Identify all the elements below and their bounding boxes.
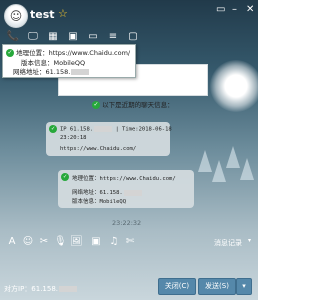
chat-window: ☺ test ☆ ▭ – ✕ 📞 🖵 ▦ ▣ ▭ ≡ ▢ ✓ 以下是近期的聊天信… [0,0,258,300]
music-icon[interactable]: ♫ [108,235,120,249]
folder-icon[interactable]: ▣ [66,30,80,44]
time-text: | Time:2018-06-18 [115,126,172,133]
avatar[interactable]: ☺ [4,4,28,28]
phone-icon[interactable]: 📞 [6,30,20,44]
ip-text: 61.158. [31,285,59,293]
label-text: 版本信息： [72,199,100,205]
label-text: 网络地址： [72,190,100,196]
time-text: 23:20:18 [60,135,87,141]
message-input[interactable] [2,252,256,276]
redacted-ip [123,189,142,196]
label-text: 地理位置： [72,176,100,182]
redacted-ip [71,69,90,75]
screenshot-icon[interactable]: ✂ [38,235,50,249]
video-icon[interactable]: 🖵 [26,30,40,44]
ip-info-popup: ✓ 地理位置：https://www.Chaidu.com/ 版本信息：Mobi… [2,44,136,78]
star-icon: ☆ [58,7,68,20]
check-icon: ✓ [92,101,100,109]
input-toolbar: A ☺ ✂ 🎙 🖼 ▣ ♫ ✄ 消息记录 ▾ [0,232,258,252]
message-bubble[interactable]: ✓ 地理位置：https://www.Chaidu.com/ 网络地址：61.1… [58,170,194,208]
message-timestamp: 23:22:32 [112,219,142,227]
contact-name: test [30,8,55,21]
close-icon[interactable]: ✕ [246,4,254,15]
close-button[interactable]: 关闭(C) [158,278,196,295]
version-text: MobileQQ [99,199,127,205]
check-icon: ✓ [6,49,14,57]
message-bubble[interactable]: ✓ IP 61.158. | Time:2018-06-18 23:20:18 … [46,122,172,156]
ip-text: 61.158. [99,190,123,196]
font-icon[interactable]: A [6,235,18,249]
redacted-ip [59,286,78,292]
ip-text: 61.158. [45,68,71,76]
image-icon[interactable]: 🖼 [70,235,83,249]
screen-share-icon[interactable]: ▭ [86,30,100,44]
check-icon: ✓ [49,125,57,133]
check-icon: ✓ [61,173,69,181]
peer-ip: 对方IP：61.158. [4,284,78,294]
link-text[interactable]: https://www.Chaidu.com/ [100,176,176,182]
footer-bar: 对方IP：61.158. 关闭(C) 发送(S) ▾ [0,276,258,300]
emoji-icon[interactable]: ☺ [22,235,34,249]
send-options-button[interactable]: ▾ [236,278,252,295]
apps-icon[interactable]: ▦ [46,30,60,44]
redacted-ip [94,126,113,132]
link-text[interactable]: https://www.Chaidu.com/ [49,49,131,57]
window-icon[interactable]: ▣ [90,235,102,249]
message-history-button[interactable]: 消息记录 [214,238,242,248]
send-button[interactable]: 发送(S) [198,278,236,295]
more-icon[interactable]: ≡ [106,30,120,44]
voice-icon[interactable]: 🎙 [54,235,67,249]
label-text: 地理位置： [16,49,49,57]
label-text: 网络地址： [13,68,46,76]
minimize-icon[interactable]: – [232,4,237,15]
window-icon[interactable]: ▢ [126,30,140,44]
history-notice: ✓ 以下是近期的聊天信息： [92,101,174,109]
label-text: 对方IP： [4,285,32,293]
chevron-down-icon[interactable]: ▾ [248,237,251,244]
menu-icon[interactable]: ▭ [216,4,225,15]
ip-text: IP 61.158. [60,126,94,133]
link-text[interactable]: https://www.Chaidu.com/ [60,146,136,152]
top-toolbar: 📞 🖵 ▦ ▣ ▭ ≡ ▢ [0,30,258,44]
window-header: ☺ test ☆ ▭ – ✕ [0,0,258,30]
scissors-icon[interactable]: ✄ [124,235,136,249]
